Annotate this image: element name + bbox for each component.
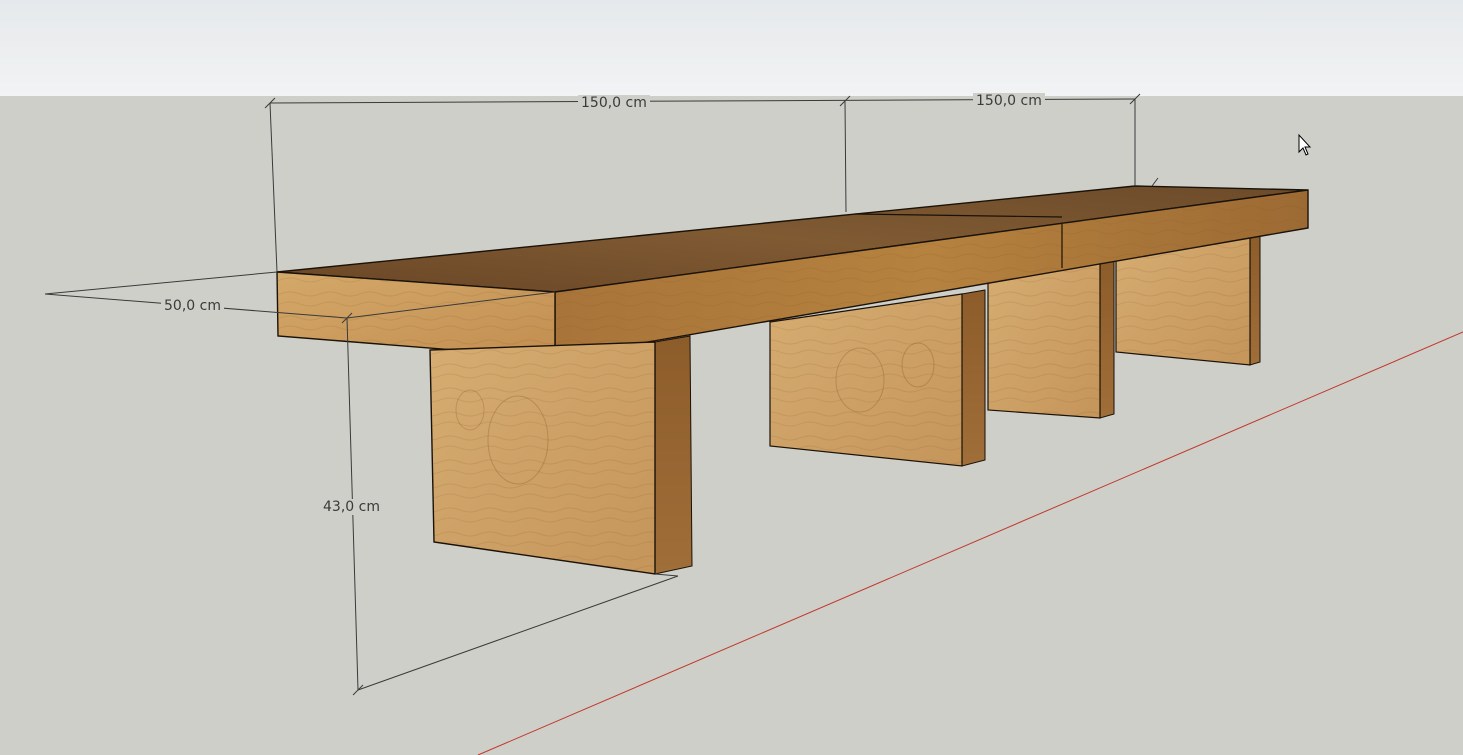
sky-background bbox=[0, 0, 1463, 96]
dimension-length-left-label[interactable]: 150,0 cm bbox=[578, 95, 650, 111]
dimension-height-label[interactable]: 43,0 cm bbox=[320, 499, 383, 515]
dimension-length-right-label[interactable]: 150,0 cm bbox=[973, 93, 1045, 109]
sketchup-viewport[interactable] bbox=[0, 0, 1463, 755]
bench-leg-mid-right bbox=[987, 258, 1115, 419]
dimension-depth-label[interactable]: 50,0 cm bbox=[161, 298, 224, 314]
bench-leg-front-left bbox=[429, 335, 693, 575]
